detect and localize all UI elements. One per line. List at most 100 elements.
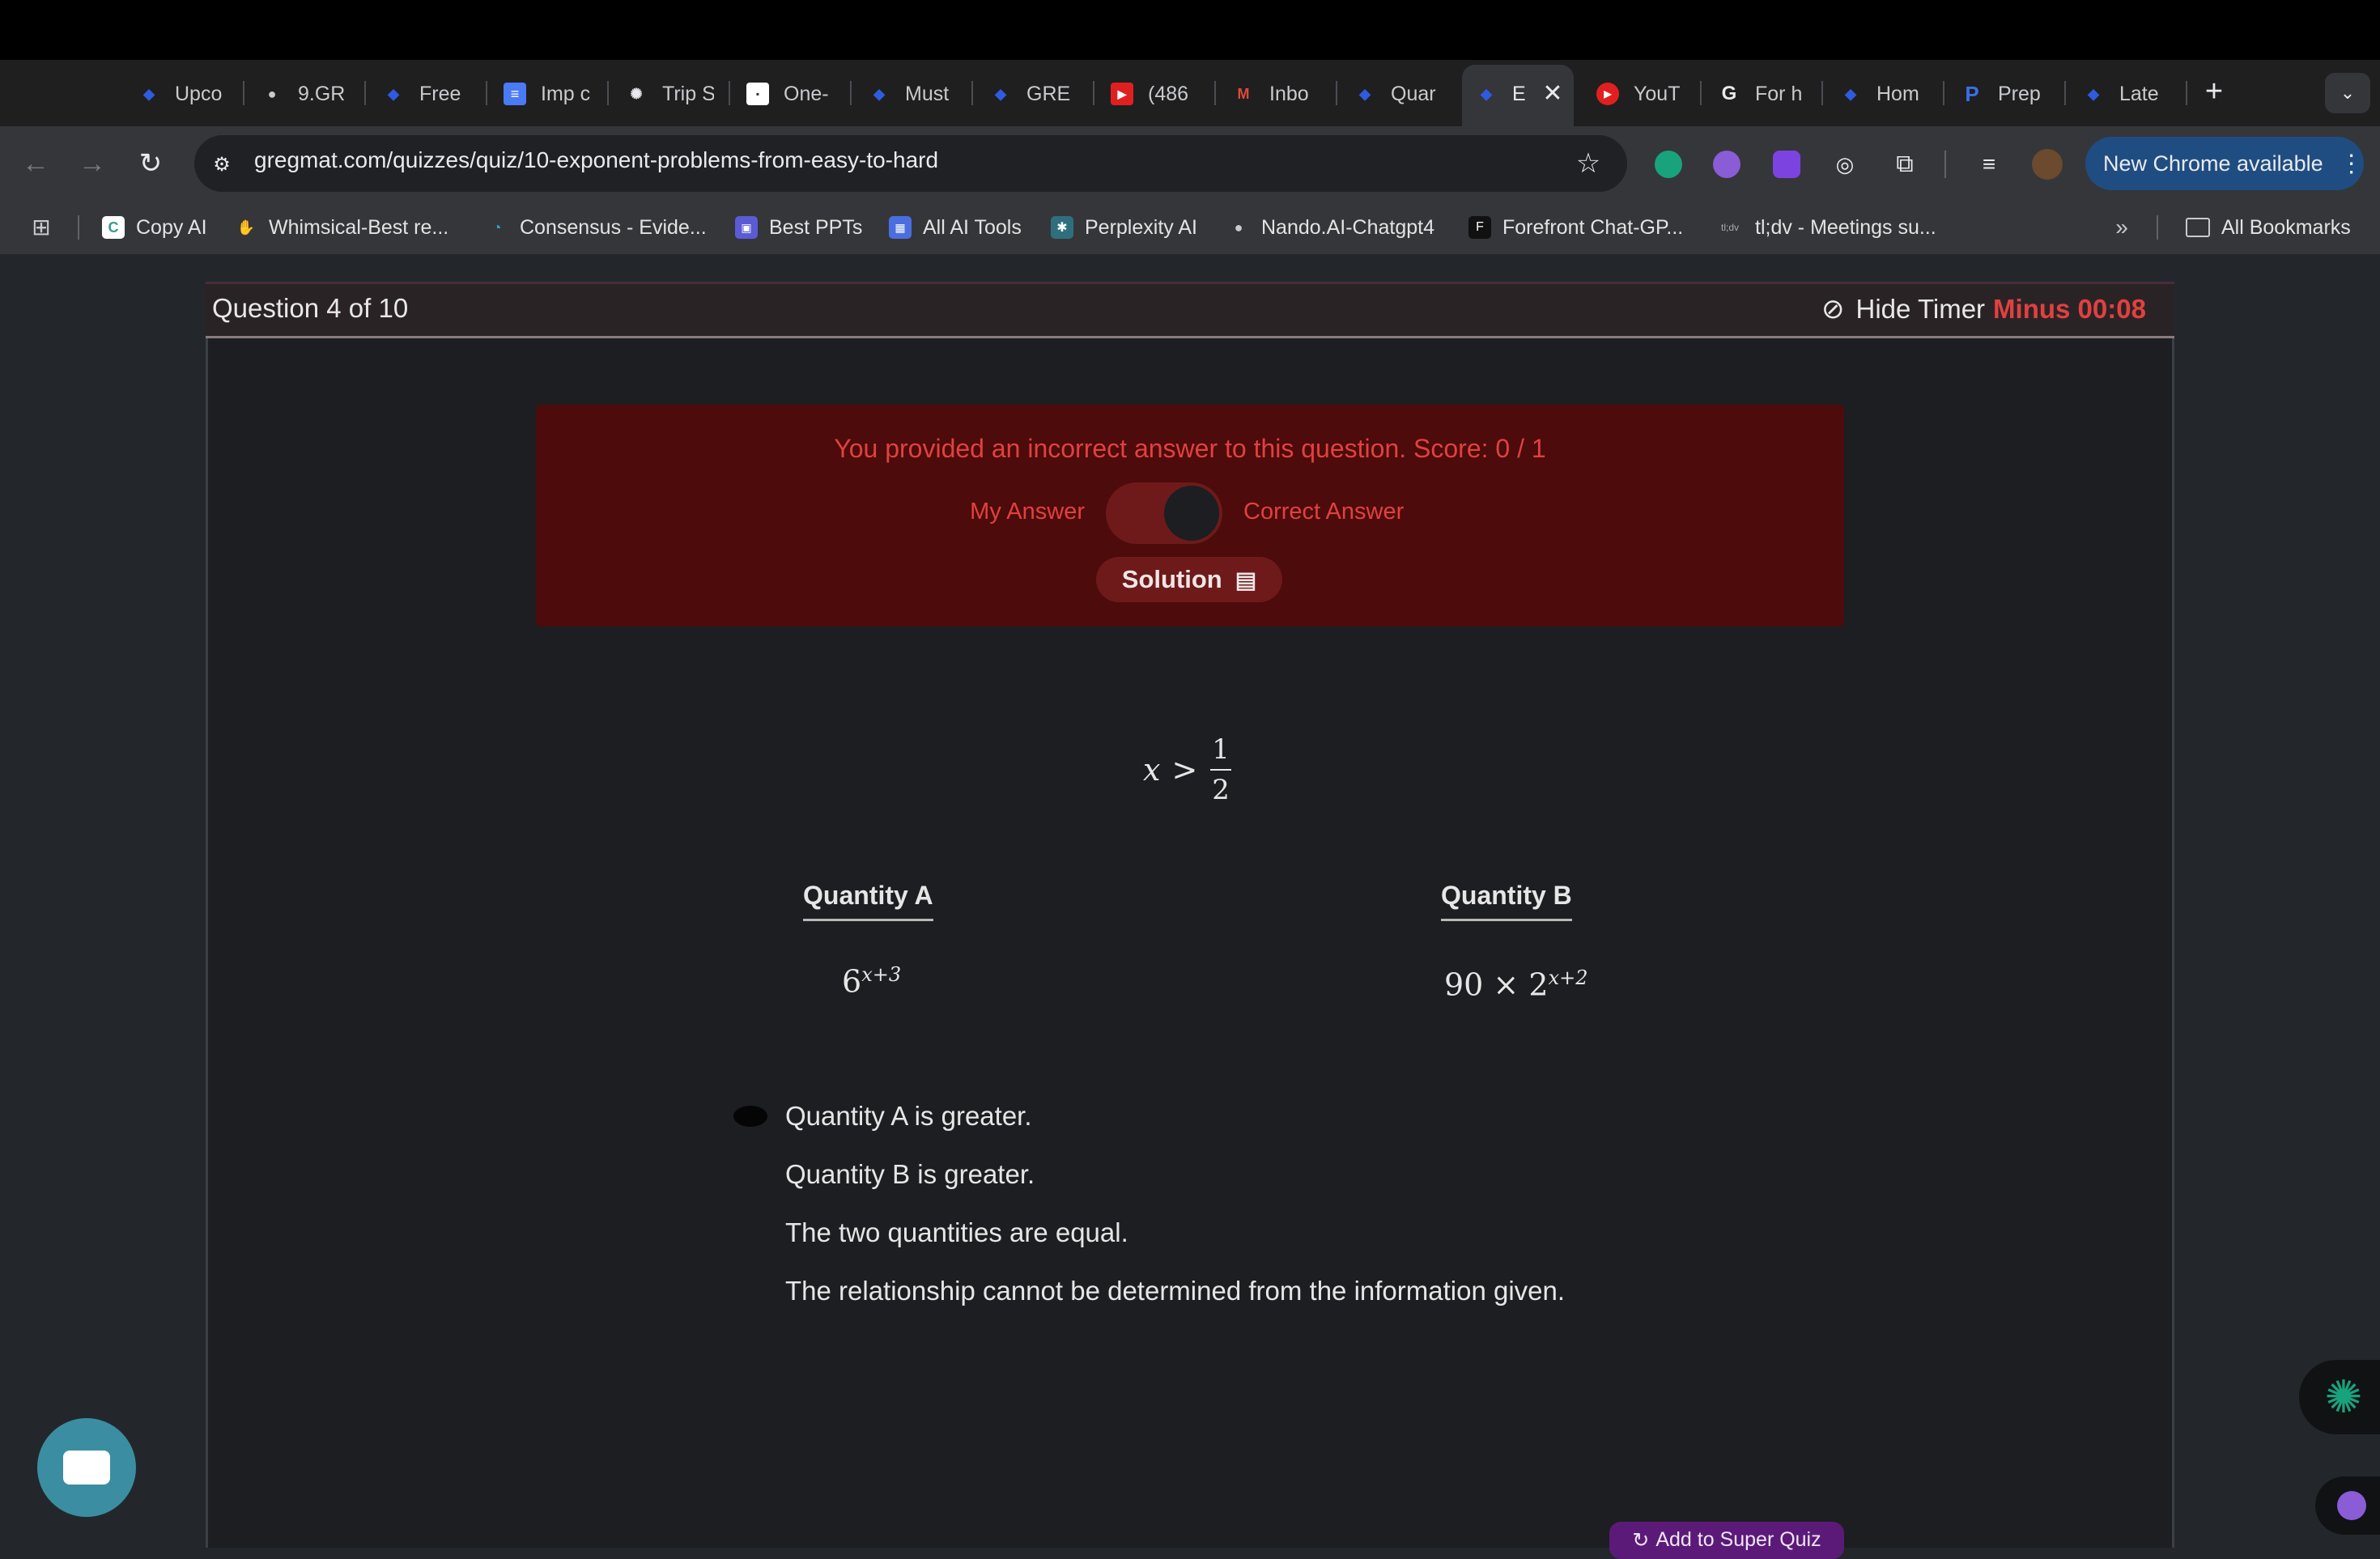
fraction-denominator: 2	[1212, 774, 1230, 806]
folder-icon	[2186, 218, 2210, 237]
answer-choice-a[interactable]: Quantity A is greater.	[785, 1101, 1032, 1132]
answer-choice-d[interactable]: The relationship cannot be determined fr…	[785, 1276, 1565, 1306]
apps-grid-icon[interactable]: ⊞	[28, 214, 55, 241]
chatgpt-floating-icon[interactable]: ✺	[2299, 1360, 2380, 1434]
tab-gre[interactable]: ◆ GRE	[989, 73, 1078, 115]
gregmat-icon: ◆	[1845, 85, 1856, 102]
tab-inbox[interactable]: M Inbo	[1232, 73, 1321, 115]
more-menu-icon[interactable]: ⋮	[2340, 150, 2364, 178]
extensions-puzzle-icon[interactable]: ⧉	[1889, 149, 1920, 180]
tab-label: YouT	[1634, 82, 1681, 105]
more-bookmarks-chevron-icon[interactable]: »	[2108, 214, 2136, 241]
brain-floating-button[interactable]	[2315, 1476, 2380, 1535]
tab-upco[interactable]: ◆ Upco	[138, 73, 227, 115]
tab-label: Free	[419, 82, 461, 105]
all-bookmarks-label: All Bookmarks	[2221, 215, 2351, 239]
add-to-super-quiz-button[interactable]: ↻ Add to Super Quiz	[1609, 1522, 1844, 1559]
box-extension-icon[interactable]	[1773, 151, 1800, 178]
globe-icon: ●	[267, 85, 277, 102]
bookmark-star-icon[interactable]: ☆	[1572, 147, 1604, 180]
bookmark-label: Nando.AI-Chatgpt4	[1261, 215, 1435, 239]
close-tab-icon[interactable]: ✕	[1538, 78, 1567, 110]
answer-toggle[interactable]	[1106, 482, 1222, 544]
tab-must[interactable]: ◆ Must	[868, 73, 957, 115]
answer-choice-b[interactable]: Quantity B is greater.	[785, 1159, 1035, 1190]
tab-youtube[interactable]: ▶ (486	[1111, 73, 1200, 115]
tab-separator	[607, 81, 609, 105]
selected-choice-radio[interactable]	[733, 1106, 767, 1127]
fraction-numerator: 1	[1212, 733, 1230, 766]
tab-separator	[1214, 81, 1216, 105]
new-chrome-available-button[interactable]: New Chrome available ⋮	[2085, 137, 2364, 190]
all-bookmarks-folder[interactable]: All Bookmarks	[2186, 212, 2351, 243]
bookmark-all-ai-tools[interactable]: ▦ All AI Tools	[889, 212, 1022, 243]
tab-separator	[1700, 81, 1702, 105]
tab-quar[interactable]: ◆ Quar	[1354, 73, 1443, 115]
chat-widget-button[interactable]	[37, 1418, 136, 1517]
quantity-a-expression: 6x+3	[842, 963, 901, 1000]
chatgpt-extension-icon[interactable]	[1655, 151, 1682, 178]
copyai-icon: C	[102, 216, 125, 239]
gregmat-icon: ◆	[995, 85, 1006, 102]
tab-search-chevron-down-icon[interactable]: ⌄	[2325, 73, 2370, 113]
tab-active[interactable]: ◆ E	[1475, 73, 1540, 115]
tab-trip[interactable]: ✺ Trip S	[625, 73, 714, 115]
tab-imp[interactable]: ≡ Imp c	[504, 73, 593, 115]
bookmark-copy-ai[interactable]: C Copy AI	[102, 212, 207, 243]
reload-icon[interactable]: ↻	[133, 146, 168, 181]
bookmark-best-ppts[interactable]: ▣ Best PPTs	[735, 212, 862, 243]
tab-separator	[1336, 81, 1337, 105]
gregmat-icon: ◆	[1359, 85, 1371, 102]
url-text[interactable]: gregmat.com/quizzes/quiz/10-exponent-pro…	[254, 147, 938, 173]
solution-button[interactable]: Solution ▤	[1096, 557, 1282, 602]
back-arrow-icon[interactable]: ←	[18, 146, 53, 181]
youtube-music-icon: ▶	[1596, 83, 1619, 105]
tab-free[interactable]: ◆ Free	[382, 73, 471, 115]
tab-youtube-music[interactable]: ▶ YouT	[1596, 73, 1685, 115]
bookmark-whimsical[interactable]: ✋ Whimsical-Best re...	[235, 212, 448, 243]
tab-one[interactable]: ▪ One-	[746, 73, 835, 115]
profile-avatar[interactable]	[2032, 149, 2063, 180]
bookmark-tldv[interactable]: tl;dv tl;dv - Meetings su...	[1716, 212, 1936, 243]
tab-prep[interactable]: P Prep	[1961, 73, 2050, 115]
glasses-extension-icon[interactable]: ◎	[1831, 151, 1859, 178]
tab-label: For h	[1755, 82, 1803, 105]
bookmark-label: Whimsical-Best re...	[269, 215, 449, 239]
bookmark-consensus[interactable]: ◔ Consensus - Evide...	[486, 212, 707, 243]
tab-google[interactable]: G For h	[1718, 73, 1807, 115]
fraction-bar	[1210, 769, 1232, 771]
media-control-icon[interactable]: ≡	[1974, 149, 2004, 180]
answer-choice-c[interactable]: The two quantities are equal.	[785, 1217, 1128, 1248]
bookmark-label: Consensus - Evide...	[520, 215, 707, 239]
tab-label: One-	[784, 82, 829, 105]
tab-label: Upco	[175, 82, 223, 105]
tab-label: Imp c	[541, 82, 591, 105]
tab-separator	[243, 81, 244, 105]
site-info-icon[interactable]: ⚙	[207, 151, 236, 180]
tab-label: Late	[2119, 82, 2159, 105]
bookmark-forefront[interactable]: F Forefront Chat-GP...	[1468, 212, 1683, 243]
tldv-icon: tl;dv	[1720, 222, 1739, 233]
eye-slash-icon[interactable]: ⊘	[1821, 293, 1845, 325]
tab-separator	[850, 81, 852, 105]
brain-extension-icon[interactable]	[1713, 151, 1740, 178]
bookmark-nando-ai[interactable]: ● Nando.AI-Chatgpt4	[1227, 212, 1434, 243]
tab-home[interactable]: ◆ Hom	[1839, 73, 1928, 115]
docs-icon: ≡	[504, 83, 526, 105]
tab-label: E	[1512, 82, 1526, 105]
tab-separator	[2186, 81, 2187, 105]
quantity-b-heading: Quantity B	[1441, 881, 1572, 921]
tab-later[interactable]: ◆ Late	[2082, 73, 2171, 115]
new-tab-icon[interactable]: +	[2197, 74, 2231, 108]
tab-separator	[1093, 81, 1094, 105]
hide-timer-button[interactable]: Hide Timer	[1856, 294, 1986, 325]
quantity-a-base: 6	[842, 963, 862, 1000]
toolbar-separator	[1944, 151, 1946, 178]
solution-label: Solution	[1121, 565, 1222, 593]
gmail-icon: M	[1237, 85, 1250, 102]
bookmark-perplexity[interactable]: ✱ Perplexity AI	[1051, 212, 1197, 243]
forward-arrow-icon[interactable]: →	[74, 146, 110, 181]
question-condition: x > 1 2	[1143, 733, 1233, 806]
tab-9gr[interactable]: ● 9.GR	[261, 73, 350, 115]
perplexity-icon: ✱	[1051, 216, 1073, 239]
